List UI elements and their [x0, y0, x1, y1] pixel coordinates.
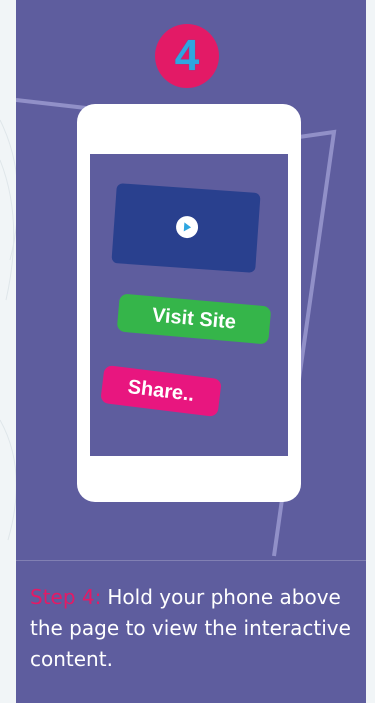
phone-screen: Visit Site Share.. [90, 154, 288, 456]
visit-site-button: Visit Site [116, 293, 272, 345]
step-number-badge: 4 [155, 24, 219, 88]
video-thumbnail [111, 183, 261, 273]
play-arrow-icon [183, 222, 192, 232]
step-card: 4 Visit Site Share.. Step 4: Hold your ph… [16, 0, 366, 703]
share-button: Share.. [100, 364, 222, 418]
step-number: 4 [174, 31, 200, 80]
play-icon [175, 215, 199, 239]
instruction-text: Step 4: Hold your phone above the page to… [30, 582, 360, 675]
phone-illustration: Visit Site Share.. [77, 104, 301, 502]
divider [16, 560, 366, 561]
step-label: Step 4: [30, 585, 102, 609]
